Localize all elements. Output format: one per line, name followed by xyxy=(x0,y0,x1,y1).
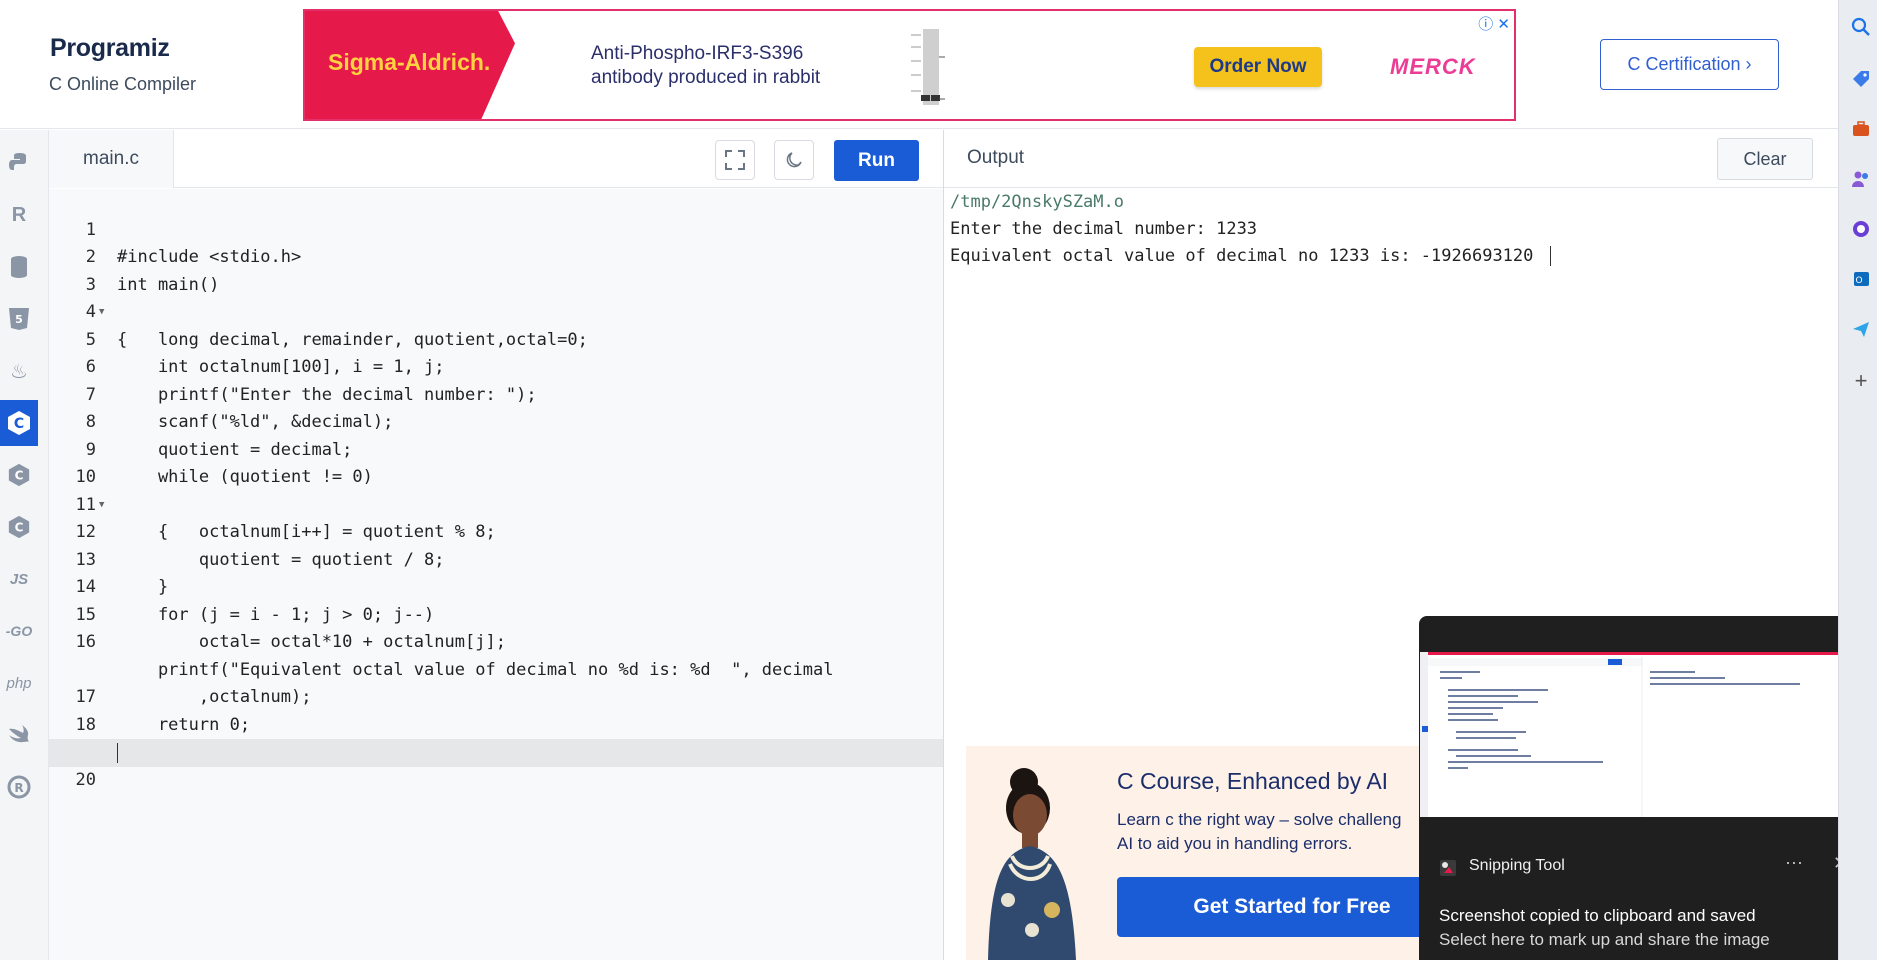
r-icon[interactable]: R xyxy=(0,192,38,238)
western-blot-image xyxy=(911,29,945,105)
c-certification-button[interactable]: C Certification › xyxy=(1600,39,1779,90)
text-cursor xyxy=(117,743,118,763)
rust-icon[interactable]: R xyxy=(0,764,38,810)
csharp-icon[interactable]: C xyxy=(0,504,38,550)
run-button[interactable]: Run xyxy=(834,140,919,181)
code-editor[interactable]: 1 #include <stdio.h> 2 int main() 3 ▼ { … xyxy=(49,189,944,960)
snipping-tool-icon xyxy=(1440,860,1456,876)
code-line: 1 #include <stdio.h> xyxy=(49,189,944,268)
svg-text:C: C xyxy=(14,416,24,432)
course-desc-line1: Learn c the right way – solve challeng xyxy=(1117,810,1402,829)
svg-text:C: C xyxy=(15,521,24,535)
code-line: 19 xyxy=(49,712,944,762)
course-title: C Course, Enhanced by AI xyxy=(1117,768,1389,794)
merck-logo: MERCK xyxy=(1390,54,1476,79)
code-line: 18 } xyxy=(49,684,944,763)
notification-subtitle: Select here to mark up and share the ima… xyxy=(1439,930,1770,949)
ad-close-icon[interactable]: ⓘ ✕ xyxy=(1478,13,1510,34)
code-line: 5 int octalnum[100], i = 1, j; xyxy=(49,299,944,378)
clear-button[interactable]: Clear xyxy=(1717,138,1813,180)
svg-text:R: R xyxy=(14,781,23,795)
output-toolbar: Output Clear xyxy=(944,130,1838,188)
go-icon[interactable]: -GO xyxy=(0,608,38,654)
search-icon[interactable] xyxy=(1850,16,1872,38)
banner-ad[interactable]: Sigma-Aldrich. Anti-Phospho-IRF3-S396 an… xyxy=(303,9,1516,121)
code-line-active: 20 xyxy=(49,739,944,790)
moon-icon[interactable] xyxy=(774,140,814,180)
page-subtitle: C Online Compiler xyxy=(49,74,197,94)
header: Programiz C Online Compiler Sigma-Aldric… xyxy=(0,0,1838,129)
code-line: 9 while (quotient != 0) xyxy=(49,409,944,488)
ad-brand: Sigma-Aldrich. xyxy=(328,49,491,75)
browser-sidebar: O + xyxy=(1838,0,1877,960)
copilot-icon[interactable] xyxy=(1850,218,1872,240)
language-sidebar: R 5 ♨ C C C JS -GO php R xyxy=(0,130,49,960)
screenshot-thumbnail[interactable] xyxy=(1420,652,1872,817)
output-title: Output xyxy=(967,147,1025,168)
svg-text:5: 5 xyxy=(15,313,23,326)
code-line: 6 printf("Enter the decimal number: "); xyxy=(49,327,944,405)
java-icon[interactable]: ♨ xyxy=(0,348,38,394)
html-icon[interactable]: 5 xyxy=(0,296,38,342)
svg-text:C: C xyxy=(15,469,24,483)
js-icon[interactable]: JS xyxy=(0,556,38,602)
code-line: 13 } xyxy=(49,519,944,598)
snipping-tool-name: Snipping Tool xyxy=(1469,857,1565,874)
course-desc-line2: AI to aid you in handling errors. xyxy=(1117,834,1353,853)
code-line: 11 octalnum[i++] = quotient % 8; xyxy=(49,464,944,543)
svg-text:O: O xyxy=(1855,276,1862,286)
programiz-logo[interactable]: Programiz xyxy=(50,34,170,63)
course-ad[interactable]: C Course, Enhanced by AI Learn c the rig… xyxy=(966,746,1436,960)
swift-icon[interactable] xyxy=(0,712,38,758)
python-icon[interactable] xyxy=(0,140,38,186)
output-result-text: Equivalent octal value of decimal no 123… xyxy=(950,246,1534,266)
output-line-path: /tmp/2QnskySZaM.o xyxy=(950,192,1124,212)
order-now-button[interactable]: Order Now xyxy=(1194,47,1322,87)
code-line: 12 quotient = quotient / 8; xyxy=(49,492,944,570)
editor-toolbar: main.c Run xyxy=(49,130,944,188)
more-icon[interactable]: ··· xyxy=(1785,852,1803,873)
fullscreen-icon[interactable] xyxy=(715,140,755,180)
code-line: 8 quotient = decimal; xyxy=(49,382,944,460)
code-line: 3 ▼ { xyxy=(49,244,944,350)
code-line: 16 printf("Equivalent octal value of dec… xyxy=(49,602,944,680)
ad-text: Anti-Phospho-IRF3-S396 antibody produced… xyxy=(591,42,820,90)
c-icon[interactable]: C xyxy=(0,400,38,446)
code-line: 17 return 0; xyxy=(49,657,944,735)
console-cursor xyxy=(1550,246,1552,266)
sql-icon[interactable] xyxy=(0,244,38,290)
code-line: 2 int main() xyxy=(49,217,944,295)
file-tab-main-c[interactable]: main.c xyxy=(49,130,174,188)
instructor-photo xyxy=(988,768,1076,960)
output-line-result: Equivalent octal value of decimal no 123… xyxy=(950,243,1552,270)
code-line: 7 scanf("%ld", &decimal); xyxy=(49,354,944,433)
code-line: 14 for (j = i - 1; j > 0; j--) xyxy=(49,547,944,625)
notification-title: Screenshot copied to clipboard and saved xyxy=(1439,906,1756,925)
code-line-wrap: ,octalnum); xyxy=(49,629,944,707)
output-line: Enter the decimal number: 1233 xyxy=(950,219,1258,239)
code-line: 4 long decimal, remainder, quotient,octa… xyxy=(49,272,944,350)
send-icon[interactable] xyxy=(1850,318,1872,340)
course-description: Learn c the right way – solve challeng A… xyxy=(1117,808,1401,856)
outlook-icon[interactable]: O xyxy=(1850,268,1872,290)
php-icon[interactable]: php xyxy=(0,660,38,706)
tag-icon[interactable] xyxy=(1850,68,1872,90)
people-icon[interactable] xyxy=(1850,168,1872,190)
ad-text-line2: antibody produced in rabbit xyxy=(591,67,821,88)
code-line: 10 ▼ { xyxy=(49,437,944,542)
ad-text-line1: Anti-Phospho-IRF3-S396 xyxy=(591,43,804,64)
toolbox-icon[interactable] xyxy=(1850,118,1872,140)
add-icon[interactable]: + xyxy=(1850,368,1872,393)
snipping-tool-notification[interactable]: Snipping Tool ··· ✕ Screenshot copied to… xyxy=(1419,616,1873,960)
code-line: 15 octal= octal*10 + octalnum[j]; xyxy=(49,574,944,653)
get-started-button[interactable]: Get Started for Free xyxy=(1117,877,1436,937)
cpp-icon[interactable]: C xyxy=(0,452,38,498)
